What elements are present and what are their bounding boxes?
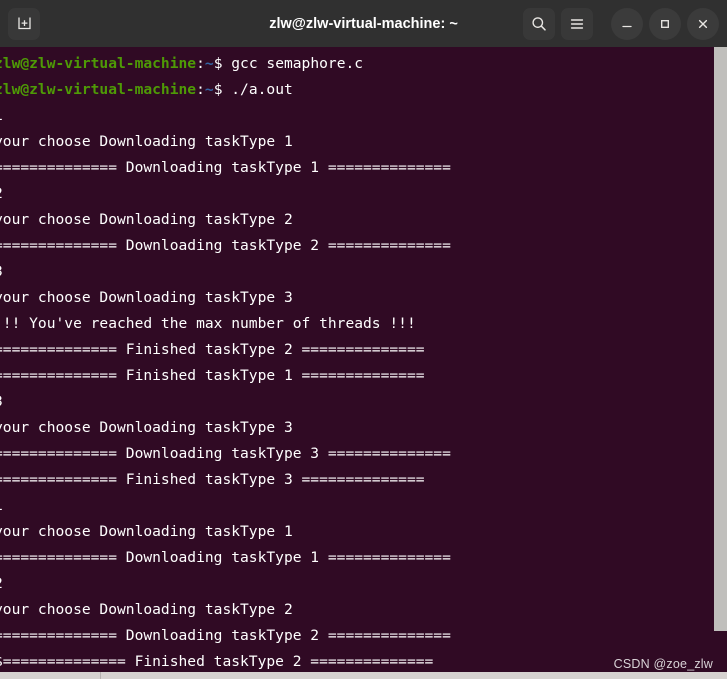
terminal-command: ./a.out (222, 81, 293, 98)
terminal-text: your choose Downloading taskType 1 (0, 133, 293, 150)
maximize-icon (661, 19, 669, 28)
terminal-text: ============== Finished taskType 1 =====… (0, 367, 425, 384)
prompt-path: ~ (204, 55, 214, 72)
close-button[interactable] (687, 7, 719, 40)
menu-button[interactable] (561, 7, 593, 40)
terminal-output-line: your choose Downloading taskType 2 (0, 597, 727, 623)
terminal-text: ============== Downloading taskType 2 ==… (0, 237, 451, 254)
terminal-output-line: ============== Downloading taskType 2 ==… (0, 623, 727, 649)
new-tab-button[interactable] (8, 7, 40, 40)
terminal-prompt-line: zlw@zlw-virtual-machine:~$ gcc semaphore… (0, 51, 727, 77)
terminal-text: your choose Downloading taskType 3 (0, 419, 293, 436)
terminal-output-line: 2 (0, 571, 727, 597)
terminal-text: ============== Downloading taskType 1 ==… (0, 549, 451, 566)
titlebar-left-group (8, 7, 40, 40)
terminal-text: your choose Downloading taskType 2 (0, 601, 293, 618)
terminal-text: ============== Finished taskType 2 =====… (0, 341, 425, 358)
terminal-text: 3 (0, 393, 3, 410)
terminal-output-line: your choose Downloading taskType 3 (0, 415, 727, 441)
prompt-user-host: zlw@zlw-virtual-machine (0, 55, 197, 72)
terminal-prompt-line: zlw@zlw-virtual-machine:~$ ./a.out (0, 77, 727, 103)
terminal-text: ============== Downloading taskType 1 ==… (0, 159, 451, 176)
terminal-text: 1 (0, 497, 3, 514)
prompt-user-host: zlw@zlw-virtual-machine (0, 81, 197, 98)
search-button[interactable] (523, 7, 555, 40)
terminal-text: 2 (0, 575, 3, 592)
terminal-output-line: !!! You've reached the max number of thr… (0, 311, 727, 337)
terminal-output-line: 1 (0, 103, 727, 129)
terminal-command: gcc semaphore.c (222, 55, 364, 72)
terminal-text: !!! You've reached the max number of thr… (0, 315, 416, 332)
terminal-output-line: 1 (0, 493, 727, 519)
terminal-output-line: your choose Downloading taskType 3 (0, 285, 727, 311)
terminal-output-line: 2 (0, 181, 727, 207)
window-bottom-edge (0, 672, 727, 679)
terminal-output-line: ============== Downloading taskType 1 ==… (0, 545, 727, 571)
scrollbar-thumb[interactable] (714, 47, 727, 631)
terminal-output-line: your choose Downloading taskType 1 (0, 519, 727, 545)
terminal-output-line: ============== Finished taskType 1 =====… (0, 363, 727, 389)
terminal-output[interactable]: zlw@zlw-virtual-machine:~$ gcc semaphore… (0, 47, 727, 679)
terminal-text: 2 (0, 185, 3, 202)
terminal-text: your choose Downloading taskType 2 (0, 211, 293, 228)
terminal-text: $============== Finished taskType 2 ====… (0, 653, 434, 670)
terminal-output-line: your choose Downloading taskType 2 (0, 207, 727, 233)
terminal-output-line: your choose Downloading taskType 1 (0, 129, 727, 155)
new-tab-icon (17, 17, 31, 30)
titlebar-right-group (523, 7, 719, 40)
terminal-output-line: 3 (0, 389, 727, 415)
minimize-icon (622, 25, 632, 27)
terminal-window: zlw@zlw-virtual-machine: ~ zlw@zlw-virtu… (0, 0, 727, 679)
terminal-output-line: 3 (0, 259, 727, 285)
terminal-output-line: ============== Downloading taskType 1 ==… (0, 155, 727, 181)
terminal-text: ============== Downloading taskType 3 ==… (0, 445, 451, 462)
maximize-button[interactable] (649, 7, 681, 40)
terminal-text: 1 (0, 107, 3, 124)
terminal-text: your choose Downloading taskType 1 (0, 523, 293, 540)
terminal-output-line: ============== Finished taskType 3 =====… (0, 467, 727, 493)
close-icon (698, 19, 708, 28)
title-bar: zlw@zlw-virtual-machine: ~ (0, 0, 727, 47)
prompt-colon: : (196, 55, 205, 72)
prompt-path: ~ (204, 81, 214, 98)
search-icon (532, 16, 546, 31)
prompt-colon: : (196, 81, 205, 98)
scrollbar-track[interactable] (714, 47, 727, 679)
minimize-button[interactable] (611, 7, 643, 40)
terminal-output-line: ============== Downloading taskType 3 ==… (0, 441, 727, 467)
terminal-text: your choose Downloading taskType 3 (0, 289, 293, 306)
terminal-output-line: ============== Downloading taskType 2 ==… (0, 233, 727, 259)
bottom-edge-seam (100, 672, 101, 679)
terminal-body[interactable]: zlw@zlw-virtual-machine:~$ gcc semaphore… (0, 47, 727, 679)
hamburger-menu-icon (570, 18, 584, 29)
terminal-text: 3 (0, 263, 3, 280)
terminal-text: ============== Downloading taskType 2 ==… (0, 627, 451, 644)
terminal-text: ============== Finished taskType 3 =====… (0, 471, 425, 488)
terminal-output-line: ============== Finished taskType 2 =====… (0, 337, 727, 363)
